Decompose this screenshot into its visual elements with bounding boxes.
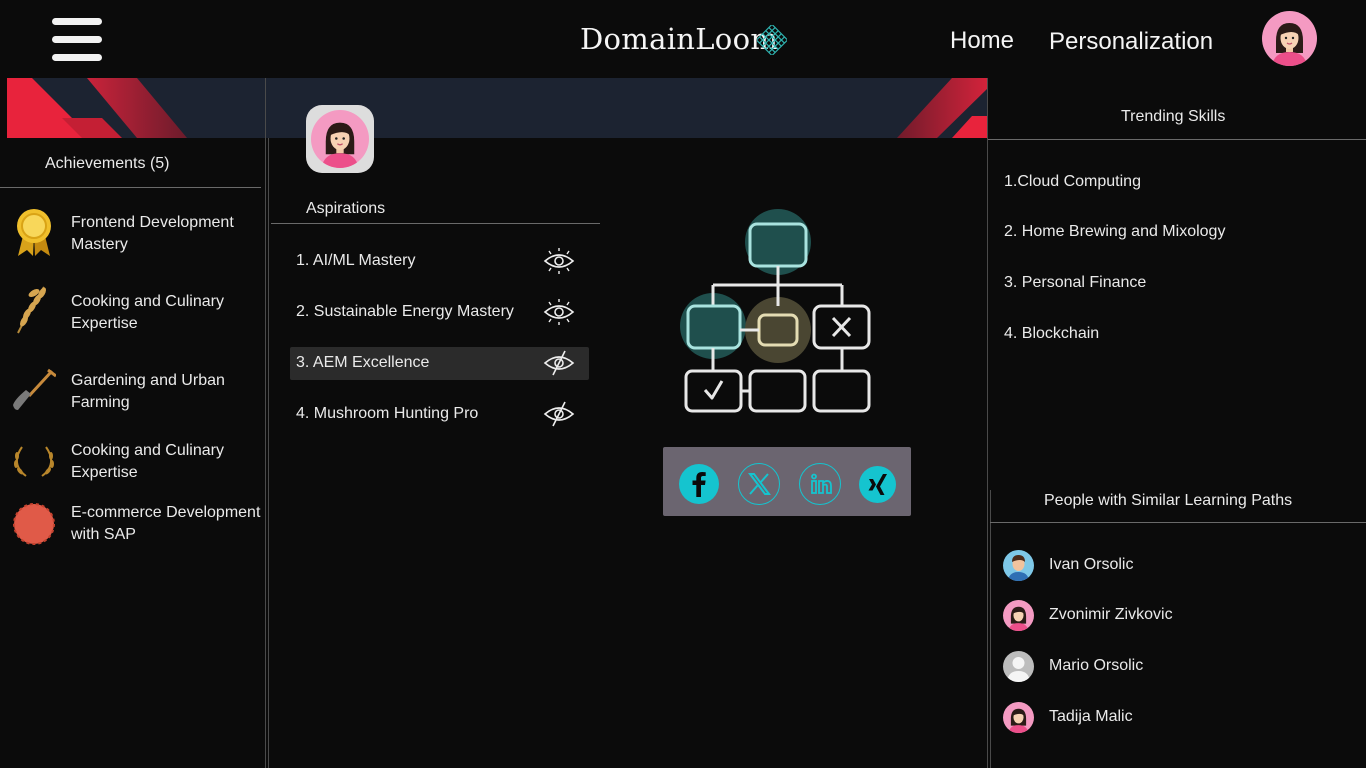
male-avatar-icon xyxy=(1003,550,1034,581)
shovel-icon xyxy=(12,368,57,412)
eye-hidden-icon[interactable] xyxy=(543,350,575,376)
aspiration-label: 1. AI/ML Mastery xyxy=(296,252,416,269)
achievement-item: Gardening and Urban Farming xyxy=(71,372,225,411)
laurel-wreath-icon xyxy=(12,442,56,486)
person-item[interactable]: Mario Orsolic xyxy=(1003,651,1303,683)
aspirations-heading: Aspirations xyxy=(306,200,386,217)
app-logo: DomainLoom xyxy=(580,22,787,56)
eye-visible-icon[interactable] xyxy=(543,248,575,274)
person-item[interactable]: Zvonimir Zivkovic xyxy=(1003,600,1303,632)
hamburger-menu-icon[interactable] xyxy=(52,18,102,62)
wheat-icon xyxy=(12,283,56,334)
people-underline xyxy=(990,522,1366,523)
female-avatar-icon xyxy=(1003,702,1034,733)
trending-skill-item[interactable]: 3. Personal Finance xyxy=(1004,274,1146,292)
person-item[interactable]: Tadija Malic xyxy=(1003,702,1303,734)
aspiration-label: 3. AEM Excellence xyxy=(296,354,430,371)
achievement-item: E-commerce Development with SAP xyxy=(71,504,261,543)
aspiration-item[interactable]: 4. Mushroom Hunting Pro xyxy=(290,398,589,431)
linkedin-icon[interactable] xyxy=(799,463,841,505)
achievement-item: Cooking and Culinary Expertise xyxy=(71,442,224,481)
gold-ribbon-medal-icon xyxy=(12,206,56,256)
trending-skill-item[interactable]: 4. Blockchain xyxy=(1004,325,1099,343)
aspiration-item[interactable]: 2. Sustainable Energy Mastery xyxy=(290,296,589,329)
aspiration-item-selected[interactable]: 3. AEM Excellence xyxy=(290,347,589,380)
user-avatar[interactable] xyxy=(1262,11,1317,66)
default-user-icon xyxy=(1003,651,1034,682)
aspiration-label: 2. Sustainable Energy Mastery xyxy=(296,303,514,320)
logo-text: DomainLoom xyxy=(580,22,779,56)
aspiration-label: 4. Mushroom Hunting Pro xyxy=(296,405,479,422)
right-column-divider-inner xyxy=(990,490,991,768)
achievement-item: Cooking and Culinary Expertise xyxy=(71,293,224,332)
eye-visible-icon[interactable] xyxy=(543,299,575,325)
achievement-item: Frontend Development Mastery xyxy=(71,214,234,253)
female-avatar-icon xyxy=(321,122,359,168)
trending-skill-item[interactable]: 2. Home Brewing and Mixology xyxy=(1004,223,1225,241)
logo-mesh-icon xyxy=(757,25,787,55)
x-twitter-icon[interactable] xyxy=(738,463,780,505)
social-share-bar xyxy=(663,447,911,516)
person-name: Tadija Malic xyxy=(1049,708,1133,725)
nav-personalization-link[interactable]: Personalization xyxy=(1049,28,1213,56)
right-column-divider xyxy=(987,78,988,768)
left-column-divider xyxy=(265,78,266,768)
facebook-icon[interactable] xyxy=(679,464,719,504)
person-name: Ivan Orsolic xyxy=(1049,556,1134,573)
learning-path-diagram xyxy=(680,209,871,413)
eye-hidden-icon[interactable] xyxy=(543,401,575,427)
xing-icon[interactable] xyxy=(859,466,896,503)
trending-skills-heading: Trending Skills xyxy=(1121,108,1226,125)
aspirations-underline xyxy=(271,223,600,224)
left-column-divider-inner xyxy=(268,138,269,768)
person-item[interactable]: Ivan Orsolic xyxy=(1003,550,1303,582)
trending-underline xyxy=(988,139,1366,140)
achievements-underline xyxy=(0,187,261,188)
similar-people-heading: People with Similar Learning Paths xyxy=(1044,492,1293,509)
person-name: Zvonimir Zivkovic xyxy=(1049,606,1173,623)
aspiration-item[interactable]: 1. AI/ML Mastery xyxy=(290,245,589,278)
female-avatar-icon xyxy=(1272,23,1307,66)
red-seal-icon xyxy=(12,502,56,546)
achievements-heading: Achievements (5) xyxy=(45,155,170,172)
banner-decoration xyxy=(7,78,988,138)
person-name: Mario Orsolic xyxy=(1049,657,1144,674)
trending-skill-item[interactable]: 1.Cloud Computing xyxy=(1004,173,1141,191)
profile-avatar[interactable] xyxy=(306,105,374,173)
profile-banner xyxy=(7,78,988,138)
female-avatar-icon xyxy=(1003,600,1034,631)
nav-home-link[interactable]: Home xyxy=(950,27,1014,55)
